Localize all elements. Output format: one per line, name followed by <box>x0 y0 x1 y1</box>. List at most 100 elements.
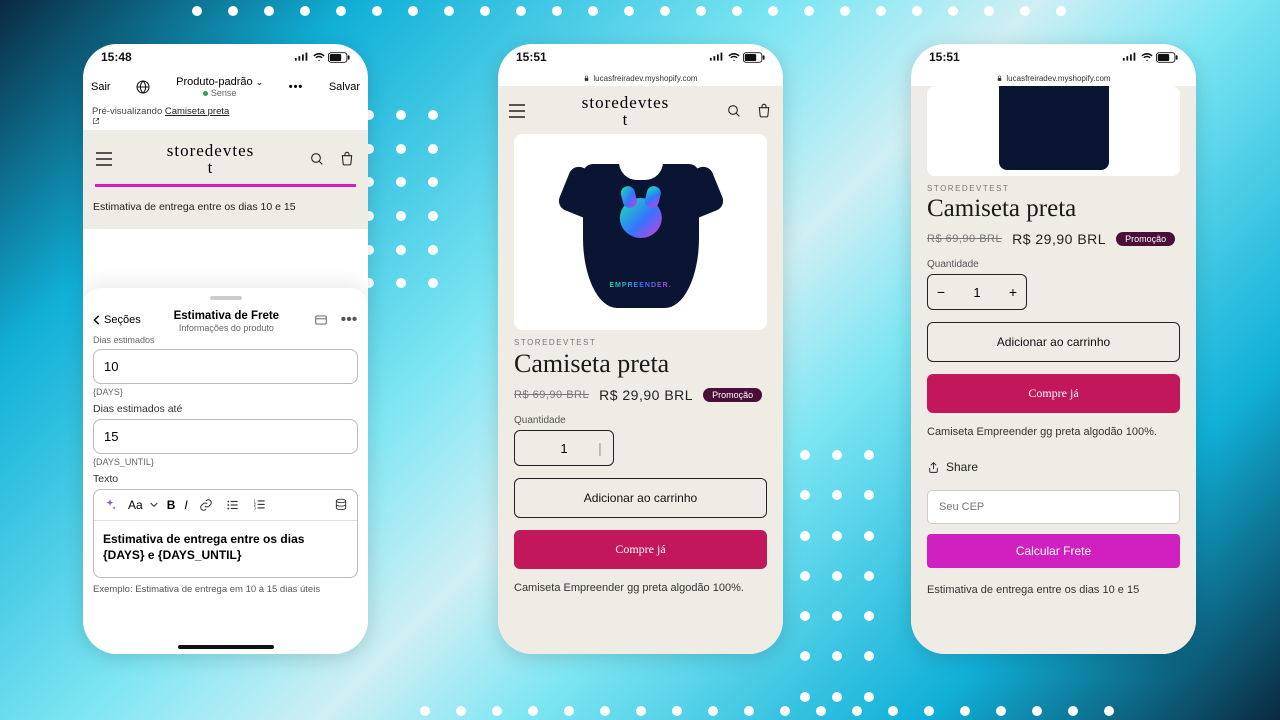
preview-product-link[interactable]: Camiseta preta <box>165 106 229 117</box>
bullet-list-button[interactable] <box>224 496 242 514</box>
search-icon[interactable] <box>725 102 743 120</box>
decor-dots-top <box>192 6 1066 16</box>
buy-now-button[interactable]: Compre já <box>927 374 1180 413</box>
hamburger-icon[interactable] <box>508 102 526 120</box>
svg-text:3: 3 <box>253 506 256 511</box>
cep-field <box>927 490 1180 524</box>
store-logo[interactable]: storedevtest <box>582 94 669 128</box>
selected-section-indicator <box>95 184 356 187</box>
link-button[interactable] <box>197 496 215 514</box>
phone-editor: 15:48 Sair Produto-padrão ⌄ Sense ••• Sa… <box>83 44 368 654</box>
browser-addressbar[interactable]: lucasfreiradev.myshopify.com <box>498 70 783 86</box>
days-input[interactable] <box>93 349 358 384</box>
product-image[interactable]: EMPREENDER. <box>514 134 767 330</box>
product-title: Camiseta preta <box>927 195 1180 223</box>
days-token-hint: {DAYS} <box>93 387 358 397</box>
hamburger-icon[interactable] <box>95 150 113 168</box>
product-price: R$ 29,90 BRL <box>599 387 693 403</box>
share-icon <box>927 461 940 474</box>
lock-icon <box>996 75 1003 82</box>
days-until-input[interactable] <box>93 419 358 454</box>
compare-at-price: R$ 69,90 BRL <box>514 389 589 401</box>
store-logo[interactable]: storedevteststoredevtest <box>167 142 254 176</box>
status-indicators <box>294 52 350 63</box>
promo-badge: Promoção <box>703 388 762 402</box>
resize-icon[interactable] <box>312 311 330 329</box>
font-selector[interactable]: Aa <box>128 498 158 512</box>
shipping-estimate-block[interactable]: Estimativa de entrega entre os dias 10 e… <box>91 201 360 213</box>
add-to-cart-button[interactable]: Adicionar ao carrinho <box>514 478 767 518</box>
qty-decrement[interactable]: − <box>928 275 954 309</box>
cart-icon[interactable] <box>338 150 356 168</box>
quantity-stepper: 1 | <box>514 430 614 466</box>
dynamic-source-button[interactable] <box>332 496 350 514</box>
text-field-label: Texto <box>93 473 358 485</box>
decor-dots-grid-right <box>800 450 900 710</box>
home-indicator <box>178 645 274 649</box>
days-until-token-hint: {DAYS_UNTIL} <box>93 457 358 467</box>
theme-name: Sense <box>176 88 263 98</box>
preview-banner: Pré-visualizando Camiseta preta <box>83 104 368 130</box>
back-to-sections[interactable]: Seções <box>93 314 141 326</box>
status-indicators <box>709 52 765 63</box>
numbered-list-button[interactable]: 123 <box>251 496 269 514</box>
decor-dots-bottom <box>420 706 1114 716</box>
more-icon[interactable]: ••• <box>287 78 305 96</box>
external-link-icon <box>92 117 100 125</box>
browser-addressbar[interactable]: lucasfreiradev.myshopify.com <box>911 70 1196 86</box>
qty-decrement[interactable] <box>515 431 541 465</box>
exit-button[interactable]: Sair <box>91 81 111 93</box>
days-field: {DAYS} <box>93 349 358 397</box>
chevron-left-icon <box>93 315 101 325</box>
product-image[interactable] <box>927 86 1180 176</box>
product-price: R$ 29,90 BRL <box>1012 231 1106 247</box>
product-description: Camiseta Empreender gg preta algodão 100… <box>514 581 767 596</box>
rte-textarea[interactable]: Estimativa de entrega entre os dias {DAY… <box>94 521 357 577</box>
italic-button[interactable]: I <box>184 498 187 512</box>
status-bar: 15:51 <box>911 44 1196 70</box>
globe-icon[interactable] <box>134 78 152 96</box>
days-until-label: Dias estimados até <box>93 403 358 415</box>
template-selector[interactable]: Produto-padrão ⌄ Sense <box>176 76 263 98</box>
qty-increment[interactable]: + <box>1000 275 1026 309</box>
promo-badge: Promoção <box>1116 232 1175 246</box>
save-button[interactable]: Salvar <box>329 81 360 93</box>
price-line: R$ 69,90 BRL R$ 29,90 BRL Promoção <box>927 231 1180 247</box>
quantity-label: Quantidade <box>927 259 1180 270</box>
share-button[interactable]: Share <box>927 460 1180 474</box>
status-bar: 15:48 <box>83 44 368 70</box>
status-indicators <box>1122 52 1178 63</box>
sheet-more-icon[interactable]: ••• <box>340 311 358 329</box>
cart-icon[interactable] <box>755 102 773 120</box>
calculate-shipping-button[interactable]: Calcular Frete <box>927 534 1180 568</box>
search-icon[interactable] <box>308 150 326 168</box>
product-description: Camiseta Empreender gg preta algodão 100… <box>927 425 1180 440</box>
days-label-truncated: Dias estimados <box>93 335 358 345</box>
settings-sheet: Seções Estimativa de Frete Informações d… <box>83 288 368 654</box>
lock-icon <box>583 75 590 82</box>
cep-input[interactable] <box>927 490 1180 524</box>
quantity-label: Quantidade <box>514 415 767 426</box>
sheet-title: Estimativa de Frete Informações do produ… <box>141 306 312 333</box>
qty-increment[interactable]: | <box>587 431 613 465</box>
chevron-down-icon <box>150 501 158 509</box>
status-time: 15:48 <box>101 50 132 64</box>
shipping-estimate-text: Estimativa de entrega entre os dias 10 e… <box>927 584 1180 596</box>
ai-sparkle-icon[interactable] <box>101 496 119 514</box>
phone-storefront-top: 15:51 lucasfreiradev.myshopify.com store… <box>498 44 783 654</box>
phone-storefront-bottom: 15:51 lucasfreiradev.myshopify.com STORE… <box>911 44 1196 654</box>
compare-at-price: R$ 69,90 BRL <box>927 233 1002 245</box>
product-title: Camiseta preta <box>514 349 767 379</box>
example-hint: Exemplo: Estimativa de entrega em 10 à 1… <box>93 584 358 595</box>
days-until-field: {DAYS_UNTIL} <box>93 419 358 467</box>
bold-button[interactable]: B <box>167 498 176 512</box>
status-time: 15:51 <box>929 50 960 64</box>
qty-value: 1 <box>541 441 587 456</box>
sheet-handle[interactable] <box>210 296 242 300</box>
buy-now-button[interactable]: Compre já <box>514 530 767 569</box>
product-vendor: STOREDEVTEST <box>514 338 767 347</box>
theme-preview: storedevteststoredevtest Estimativa de e… <box>83 130 368 229</box>
add-to-cart-button[interactable]: Adicionar ao carrinho <box>927 322 1180 362</box>
qty-value: 1 <box>954 285 1000 300</box>
rich-text-editor: Aa B I 123 Estimativa de entrega entre o… <box>93 489 358 578</box>
